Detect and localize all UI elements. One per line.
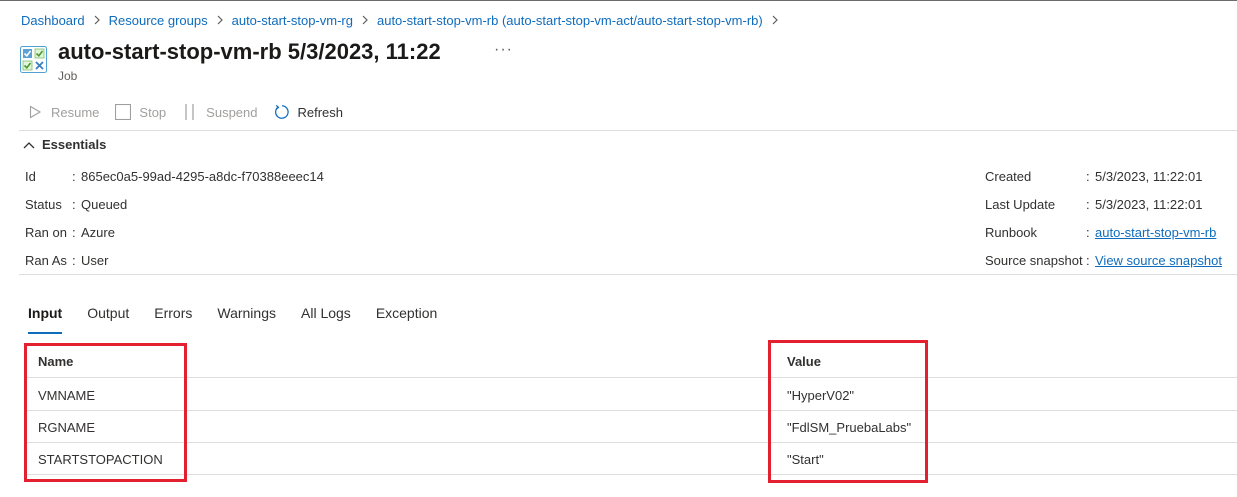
prop-value-last-update: 5/3/2023, 11:22:01 — [1095, 197, 1203, 212]
tab-bar: Input Output Errors Warnings All Logs Ex… — [28, 305, 462, 334]
colon: : — [72, 169, 76, 184]
toolbar-divider — [19, 130, 1237, 131]
colon: : — [72, 225, 76, 240]
prop-label-runbook: Runbook — [985, 225, 1038, 240]
colon: : — [72, 197, 76, 212]
prop-label-ran-as: Ran As — [25, 253, 67, 268]
colon: : — [72, 253, 76, 268]
prop-label-last-update: Last Update — [985, 197, 1056, 212]
breadcrumb-dashboard[interactable]: Dashboard — [21, 13, 85, 28]
chevron-right-icon — [771, 15, 779, 25]
command-bar: Resume Stop Suspend Refresh — [27, 102, 359, 122]
prop-label-status: Status — [25, 197, 62, 212]
runbook-link[interactable]: auto-start-stop-vm-rb — [1095, 225, 1216, 240]
suspend-label: Suspend — [206, 104, 258, 120]
resume-label: Resume — [51, 104, 100, 120]
chevron-right-icon — [361, 15, 369, 25]
view-source-snapshot-link[interactable]: View source snapshot — [1095, 253, 1222, 268]
prop-label-source-snapshot: Source snapshot — [985, 253, 1083, 268]
colon: : — [1086, 169, 1090, 184]
row-divider — [27, 377, 1237, 378]
pause-icon — [182, 104, 198, 120]
refresh-button[interactable]: Refresh — [274, 104, 344, 120]
essentials-divider — [19, 274, 1237, 275]
prop-value-ran-on: Azure — [81, 225, 115, 240]
highlight-box-name-column — [24, 343, 187, 482]
stop-button[interactable]: Stop — [115, 104, 166, 120]
chevron-up-icon — [23, 141, 35, 148]
play-icon — [27, 104, 43, 120]
prop-label-id: Id — [25, 169, 36, 184]
row-divider — [27, 474, 1237, 475]
prop-value-id: 865ec0a5-99ad-4295-a8dc-f70388eeec14 — [81, 169, 324, 184]
prop-value-ran-as: User — [81, 253, 109, 268]
prop-label-ran-on: Ran on — [25, 225, 67, 240]
tab-exception[interactable]: Exception — [376, 305, 437, 329]
colon: : — [1086, 253, 1090, 268]
prop-label-created: Created — [985, 169, 1032, 184]
job-icon — [20, 46, 47, 73]
page-title: auto-start-stop-vm-rb 5/3/2023, 11:22 — [58, 39, 441, 64]
suspend-button[interactable]: Suspend — [182, 104, 258, 120]
colon: : — [1086, 197, 1090, 212]
page-subtitle: Job — [58, 69, 78, 83]
essentials-toggle[interactable]: Essentials — [23, 137, 106, 152]
tab-warnings[interactable]: Warnings — [217, 305, 276, 329]
stop-label: Stop — [139, 104, 167, 120]
essentials-label: Essentials — [42, 137, 107, 152]
highlight-box-value-column — [768, 340, 928, 483]
top-border — [0, 0, 1237, 1]
chevron-right-icon — [93, 15, 101, 25]
row-divider — [27, 410, 1237, 411]
colon: : — [1086, 225, 1090, 240]
more-options-button[interactable]: ··· — [494, 41, 513, 59]
tab-all-logs[interactable]: All Logs — [301, 305, 351, 329]
prop-value-created: 5/3/2023, 11:22:01 — [1095, 169, 1203, 184]
tab-input[interactable]: Input — [28, 305, 63, 334]
breadcrumb-resource-groups[interactable]: Resource groups — [109, 13, 208, 28]
tab-output[interactable]: Output — [87, 305, 129, 329]
stop-icon — [115, 104, 132, 120]
resume-button[interactable]: Resume — [27, 104, 99, 120]
breadcrumb-runbook[interactable]: auto-start-stop-vm-rb (auto-start-stop-v… — [377, 13, 763, 28]
breadcrumb: Dashboard Resource groups auto-start-sto… — [21, 11, 787, 29]
row-divider — [27, 442, 1237, 443]
chevron-right-icon — [216, 15, 224, 25]
refresh-label: Refresh — [297, 104, 344, 120]
tab-errors[interactable]: Errors — [154, 305, 192, 329]
prop-value-status: Queued — [81, 197, 128, 212]
refresh-icon — [274, 104, 290, 120]
breadcrumb-resource-group[interactable]: auto-start-stop-vm-rg — [232, 13, 353, 28]
